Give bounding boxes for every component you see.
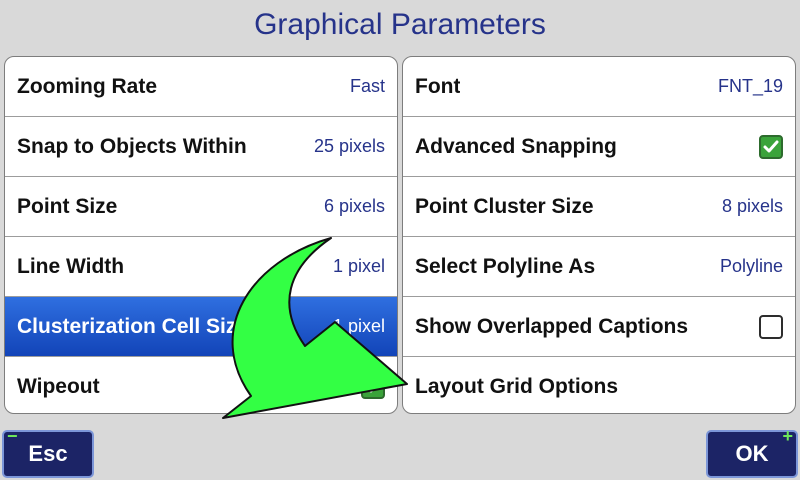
setting-label: Zooming Rate (17, 74, 157, 98)
setting-label: Point Cluster Size (415, 194, 594, 218)
setting-value: 8 pixels (721, 196, 783, 216)
setting-label: Wipeout (17, 375, 100, 398)
advanced-snapping-checkbox[interactable] (759, 134, 783, 159)
curved-arrow-icon (222, 237, 408, 419)
setting-value: 25 pixels (313, 136, 385, 156)
minus-icon: − (7, 426, 18, 446)
setting-zooming-rate[interactable]: Zooming Rate Fast (5, 57, 397, 117)
setting-point-size[interactable]: Point Size 6 pixels (5, 177, 397, 237)
setting-label: Snap to Objects Within (17, 134, 247, 158)
setting-label: Clusterization Cell Size (17, 314, 249, 338)
right-settings-panel: Font FNT_19 Advanced Snapping Point Clus… (402, 56, 796, 414)
plus-icon: + (782, 426, 793, 446)
setting-value: Fast (349, 76, 385, 96)
dialog-title: Graphical Parameters (254, 8, 546, 41)
setting-font[interactable]: Font FNT_19 (403, 57, 795, 117)
setting-value: FNT_19 (717, 76, 783, 96)
setting-label: Line Width (17, 254, 125, 278)
setting-label: Font (415, 74, 461, 98)
setting-label: Show Overlapped Captions (415, 314, 689, 338)
setting-show-overlapped-captions[interactable]: Show Overlapped Captions (403, 297, 795, 357)
setting-layout-grid-options[interactable]: Layout Grid Options (403, 357, 795, 413)
setting-label: Select Polyline As (415, 254, 596, 278)
show-overlapped-captions-checkbox[interactable] (759, 314, 783, 339)
setting-label: Advanced Snapping (415, 134, 617, 158)
setting-point-cluster-size[interactable]: Point Cluster Size 8 pixels (403, 177, 795, 237)
setting-snap-to-objects[interactable]: Snap to Objects Within 25 pixels (5, 117, 397, 177)
setting-label: Layout Grid Options (415, 375, 618, 398)
setting-advanced-snapping[interactable]: Advanced Snapping (403, 117, 795, 177)
checkmark-icon (763, 140, 779, 152)
setting-select-polyline-as[interactable]: Select Polyline As Polyline (403, 237, 795, 297)
setting-value: 6 pixels (323, 196, 385, 216)
setting-label: Point Size (17, 194, 118, 218)
ok-button[interactable]: + OK (706, 426, 798, 478)
setting-value: Polyline (719, 256, 783, 276)
esc-button[interactable]: − Esc (2, 426, 94, 478)
ok-button-label: OK (735, 441, 769, 466)
esc-button-label: Esc (28, 441, 68, 466)
